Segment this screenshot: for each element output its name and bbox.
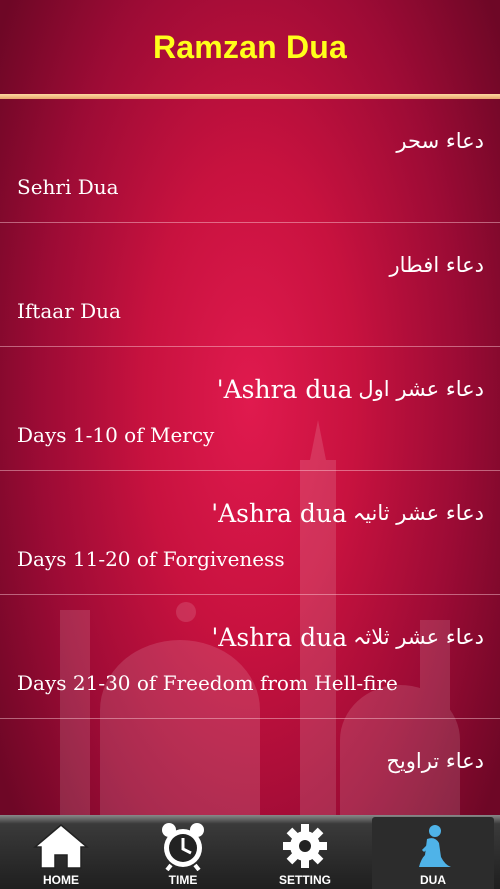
- urdu-title: دعاء عشر ثلاثہ: [353, 625, 484, 649]
- tab-setting[interactable]: SETTING: [244, 815, 366, 889]
- english-title: Days 11-20 of Forgiveness: [17, 547, 285, 571]
- app-screen: Ramzan Dua دعاء سحر Sehri Dua دعاء افطار…: [0, 0, 500, 889]
- tab-dua[interactable]: DUA: [372, 817, 494, 889]
- gear-icon: [283, 824, 327, 868]
- english-title: Iftaar Dua: [17, 299, 121, 323]
- tab-time[interactable]: TIME: [122, 815, 244, 889]
- list-item-ashra-1[interactable]: 'Ashra dua دعاء عشر اول Days 1-10 of Mer…: [0, 347, 500, 471]
- ashra-label: 'Ashra dua: [216, 374, 353, 404]
- english-title: Days 1-10 of Mercy: [17, 423, 215, 447]
- app-header: Ramzan Dua: [0, 0, 500, 95]
- urdu-title: دعاء عشر اول: [358, 377, 484, 401]
- urdu-title: دعاء افطار: [389, 253, 484, 277]
- list-item-ashra-2[interactable]: 'Ashra dua دعاء عشر ثانیہ Days 11-20 of …: [0, 471, 500, 595]
- urdu-title: دعاء عشر ثانیہ: [352, 501, 484, 525]
- clock-icon: [162, 823, 204, 871]
- list-item-sehri[interactable]: دعاء سحر Sehri Dua: [0, 99, 500, 223]
- english-title: Sehri Dua: [17, 175, 119, 199]
- list-item-ashra-3[interactable]: 'Ashra dua دعاء عشر ثلاثہ Days 21-30 of …: [0, 595, 500, 719]
- urdu-title: دعاء سحر: [396, 129, 484, 153]
- list-item-iftaar[interactable]: دعاء افطار Iftaar Dua: [0, 223, 500, 347]
- praying-person-icon: [419, 825, 451, 867]
- ashra-label: 'Ashra dua: [211, 498, 347, 528]
- urdu-title: دعاء تراویح: [386, 749, 484, 773]
- dua-list: دعاء سحر Sehri Dua دعاء افطار Iftaar Dua…: [0, 99, 500, 843]
- bottom-tab-bar: HOME TIME SETTING DUA: [0, 815, 500, 889]
- home-icon: [33, 824, 89, 869]
- page-title: Ramzan Dua: [152, 29, 348, 65]
- tab-home[interactable]: HOME: [0, 815, 122, 889]
- ashra-label: 'Ashra dua: [211, 622, 348, 652]
- english-title: Days 21-30 of Freedom from Hell-fire: [17, 671, 398, 695]
